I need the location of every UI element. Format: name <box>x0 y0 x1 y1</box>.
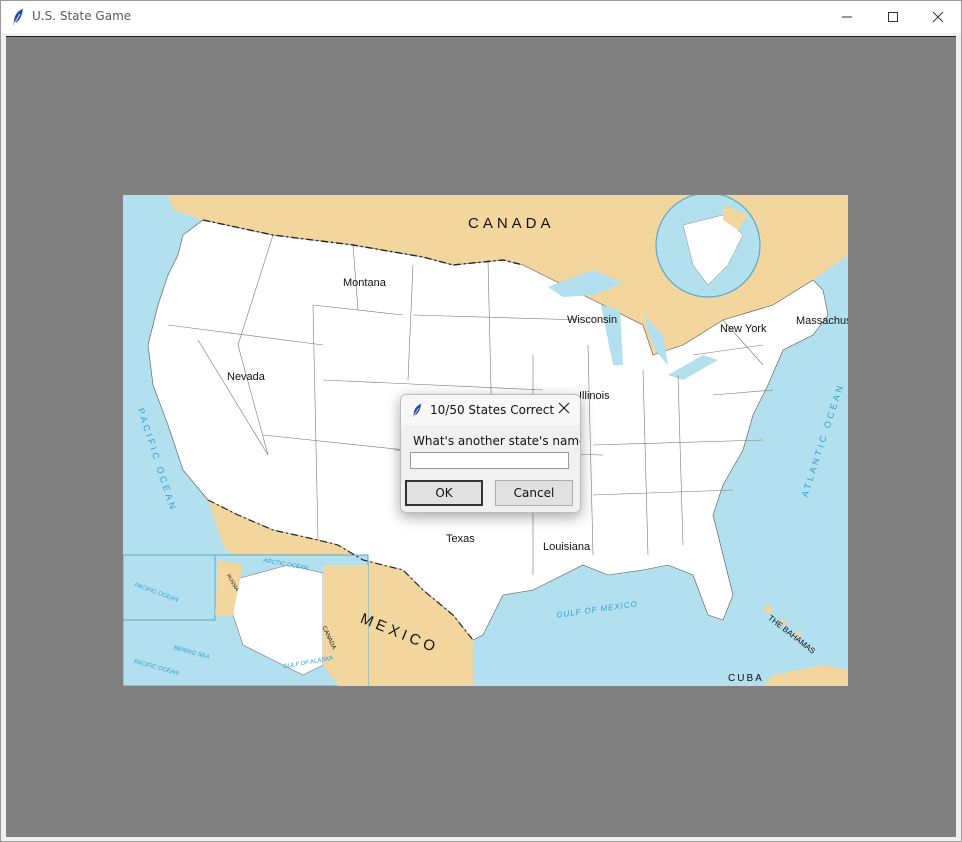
state-input-dialog: 10/50 States Correct What's another stat… <box>400 394 581 513</box>
dialog-title: 10/50 States Correct <box>430 403 555 417</box>
feather-icon <box>11 8 27 26</box>
state-label-massachusetts: Massachusetts <box>796 315 848 327</box>
state-label-nevada: Nevada <box>227 371 265 383</box>
state-label-illinois: Illinois <box>579 390 610 402</box>
feather-icon <box>411 403 423 423</box>
cancel-button[interactable]: Cancel <box>495 480 573 506</box>
state-label-louisiana: Louisiana <box>543 541 591 553</box>
title-bar[interactable]: U.S. State Game <box>1 1 961 33</box>
close-button[interactable] <box>915 1 961 33</box>
state-label-montana: Montana <box>343 277 386 289</box>
state-label-texas: Texas <box>446 533 475 545</box>
close-icon <box>558 401 570 419</box>
state-label-wisconsin: Wisconsin <box>567 314 618 326</box>
app-window: U.S. State Game CANADA MEXICO PACIFIC OC… <box>0 0 962 842</box>
state-label-new-york: New York <box>720 323 767 335</box>
dialog-title-bar[interactable]: 10/50 States Correct <box>401 395 580 425</box>
close-icon <box>932 11 944 23</box>
ok-button[interactable]: OK <box>405 480 483 506</box>
minimize-icon <box>841 11 853 23</box>
canada-label: CANADA <box>468 215 555 232</box>
dialog-prompt: What's another state's name? <box>413 434 581 448</box>
state-name-input[interactable] <box>410 452 569 469</box>
dialog-close-button[interactable] <box>553 399 575 421</box>
maximize-button[interactable] <box>870 1 916 33</box>
minimize-button[interactable] <box>824 1 870 33</box>
window-title: U.S. State Game <box>32 9 132 23</box>
cuba-label: CUBA <box>728 673 764 684</box>
maximize-icon <box>887 11 899 23</box>
